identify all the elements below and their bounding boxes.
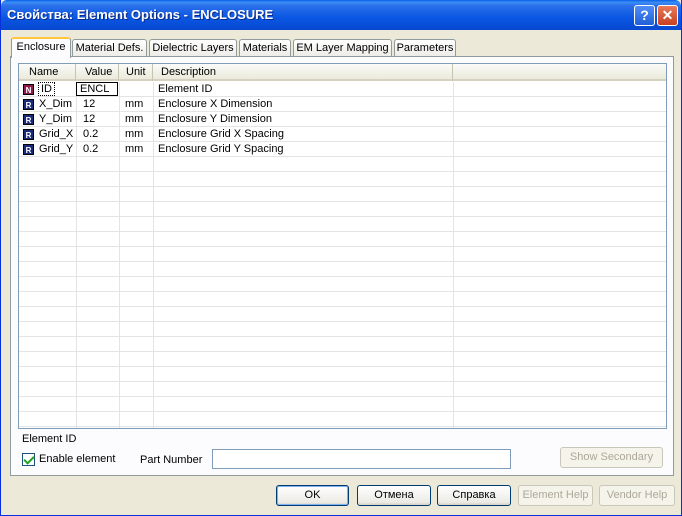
tab-materials[interactable]: Materials: [239, 39, 291, 57]
empty-row: [19, 307, 666, 322]
row-value[interactable]: 0.2: [83, 142, 98, 157]
tab-material-defs[interactable]: Material Defs.: [72, 39, 147, 57]
parameter-type-icon: R: [23, 99, 34, 110]
row-unit: mm: [125, 113, 144, 125]
column-header-value[interactable]: Value: [76, 64, 119, 81]
empty-row: [19, 262, 666, 277]
row-description: Enclosure Y Dimension: [158, 113, 272, 125]
show-secondary-button[interactable]: Show Secondary: [560, 447, 663, 468]
row-name: ID: [38, 82, 55, 97]
empty-row: [19, 232, 666, 247]
empty-row: [19, 172, 666, 187]
table-row[interactable]: R Grid_Y 0.2 mm Enclosure Grid Y Spacing: [19, 142, 666, 157]
row-unit: mm: [125, 98, 144, 110]
parameter-type-icon: R: [23, 114, 34, 125]
column-header-filler: [453, 64, 666, 81]
tab-em-layer-mapping[interactable]: EM Layer Mapping: [293, 39, 392, 57]
row-name-text: ID: [38, 82, 55, 96]
empty-row: [19, 337, 666, 352]
row-description: Enclosure Grid Y Spacing: [158, 143, 284, 155]
tab-parameters[interactable]: Parameters: [394, 39, 456, 57]
row-unit: mm: [125, 128, 144, 140]
row-name: Grid_Y: [39, 143, 74, 155]
grid-rows: N ID ENCL Element ID R X_Dim 12 mm Enclo…: [19, 82, 666, 427]
table-row[interactable]: R Y_Dim 12 mm Enclosure Y Dimension: [19, 112, 666, 127]
help-icon[interactable]: ?: [634, 5, 655, 26]
row-value[interactable]: 0.2: [83, 127, 98, 142]
empty-row: [19, 157, 666, 172]
empty-row: [19, 412, 666, 427]
row-description: Enclosure Grid X Spacing: [158, 128, 284, 140]
parameter-type-icon: R: [23, 144, 34, 155]
tab-panel-enclosure: Name Value Unit Description N ID ENCL El…: [10, 56, 674, 476]
empty-row: [19, 292, 666, 307]
empty-row: [19, 382, 666, 397]
row-description: Element ID: [158, 83, 213, 95]
empty-row: [19, 277, 666, 292]
part-number-label: Part Number: [140, 454, 203, 466]
row-name: Y_Dim: [39, 113, 73, 125]
window-title: Свойства: Element Options - ENCLOSURE: [7, 7, 274, 22]
parameter-grid[interactable]: Name Value Unit Description N ID ENCL El…: [18, 63, 667, 429]
empty-row: [19, 187, 666, 202]
enable-element-label[interactable]: Enable element: [39, 453, 115, 465]
ok-button[interactable]: OK: [276, 485, 349, 506]
table-row[interactable]: N ID ENCL Element ID: [19, 82, 666, 97]
column-header-name[interactable]: Name: [19, 64, 76, 81]
table-row[interactable]: R Grid_X 0.2 mm Enclosure Grid X Spacing: [19, 127, 666, 142]
title-bar[interactable]: Свойства: Element Options - ENCLOSURE ? …: [1, 0, 681, 30]
row-description: Enclosure X Dimension: [158, 98, 273, 110]
parameter-type-icon: R: [23, 129, 34, 140]
element-help-button[interactable]: Element Help: [518, 485, 593, 506]
tab-enclosure[interactable]: Enclosure: [11, 37, 71, 58]
row-name: X_Dim: [39, 98, 73, 110]
empty-row: [19, 202, 666, 217]
dialog-window: Свойства: Element Options - ENCLOSURE ? …: [0, 0, 682, 516]
column-header-unit[interactable]: Unit: [119, 64, 153, 81]
parameter-description: Element ID: [22, 433, 77, 445]
enable-element-checkbox[interactable]: [22, 453, 35, 466]
row-value-editor[interactable]: ENCL: [76, 82, 118, 96]
row-value[interactable]: 12: [83, 97, 95, 112]
help-button[interactable]: Справка: [437, 485, 511, 506]
parameter-type-icon: N: [23, 84, 34, 95]
grid-header: Name Value Unit Description: [19, 64, 666, 81]
empty-row: [19, 322, 666, 337]
table-row[interactable]: R X_Dim 12 mm Enclosure X Dimension: [19, 97, 666, 112]
cancel-button[interactable]: Отмена: [357, 485, 431, 506]
row-name: Grid_X: [39, 128, 74, 140]
empty-row: [19, 217, 666, 232]
empty-row: [19, 247, 666, 262]
column-header-description[interactable]: Description: [153, 64, 453, 81]
empty-row: [19, 397, 666, 412]
empty-row: [19, 367, 666, 382]
tab-dielectric-layers[interactable]: Dielectric Layers: [149, 39, 237, 57]
vendor-help-button[interactable]: Vendor Help: [599, 485, 675, 506]
part-number-input[interactable]: [212, 449, 511, 469]
row-value[interactable]: 12: [83, 112, 95, 127]
row-unit: mm: [125, 143, 144, 155]
empty-row: [19, 352, 666, 367]
close-icon[interactable]: ✕: [657, 5, 678, 26]
